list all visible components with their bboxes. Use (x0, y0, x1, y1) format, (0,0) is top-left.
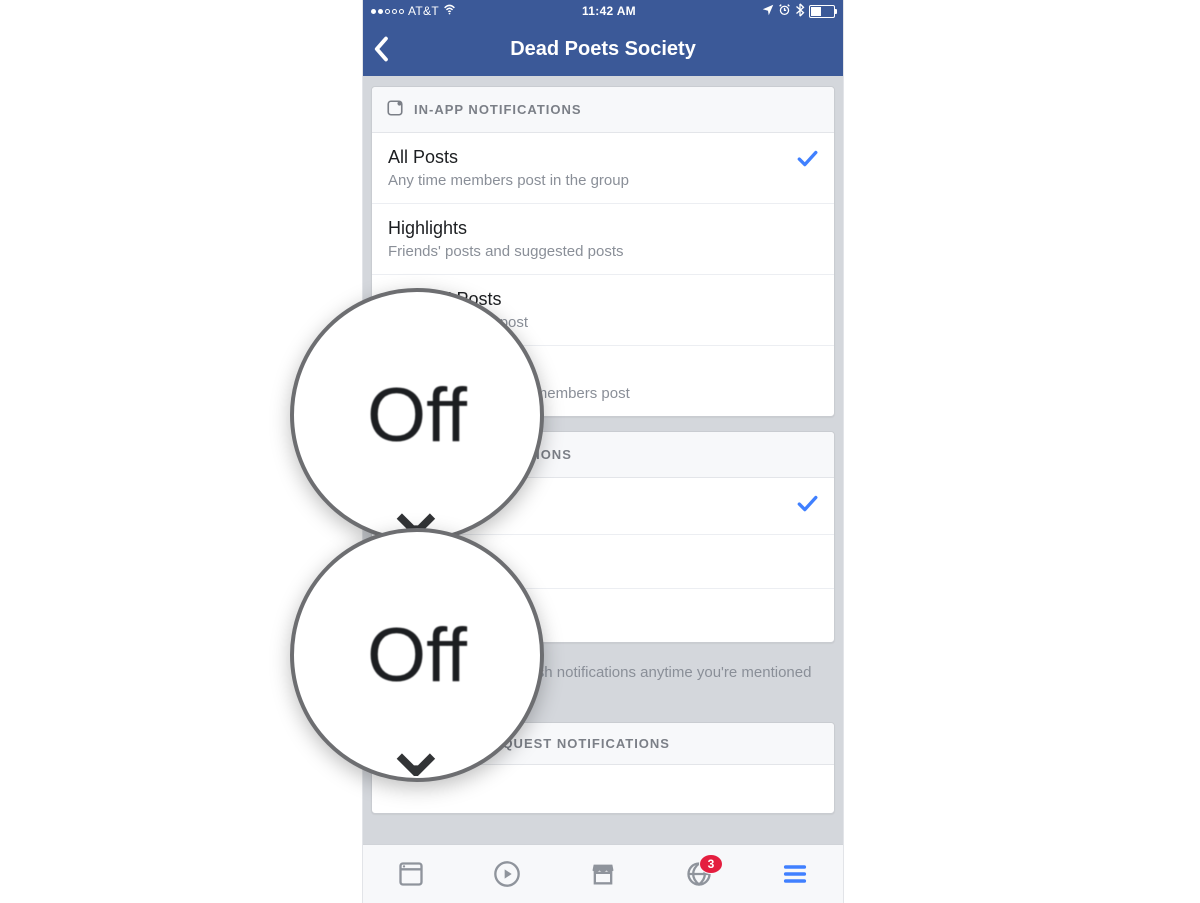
back-button[interactable] (373, 22, 391, 76)
status-bar: AT&T 11:42 AM (363, 0, 843, 22)
signal-dots-icon (371, 9, 404, 14)
tab-marketplace[interactable] (589, 860, 617, 888)
checkmark-icon (796, 147, 818, 175)
option-subtitle: Any time members post in the group (388, 172, 786, 189)
magnifier-bubble-inapp-off: Off ⌄ (290, 288, 544, 542)
inapp-section-title: IN-APP NOTIFICATIONS (414, 102, 582, 117)
tab-feed[interactable] (397, 860, 425, 888)
notification-badge: 3 (699, 854, 723, 874)
navigation-bar: Dead Poets Society (363, 22, 843, 76)
option-title: Highlights (388, 218, 818, 239)
notification-inapp-icon (386, 99, 404, 120)
tab-menu[interactable] (781, 860, 809, 888)
canvas: AT&T 11:42 AM (0, 0, 1200, 903)
option-subtitle: Friends' posts and suggested posts (388, 243, 818, 260)
battery-icon (809, 5, 835, 18)
option-title: All Posts (388, 147, 786, 168)
option-highlights[interactable]: Highlights Friends' posts and suggested … (372, 204, 834, 275)
alarm-icon (778, 3, 791, 19)
tab-video[interactable] (493, 860, 521, 888)
tab-notifications[interactable]: 3 (685, 860, 713, 888)
option-all-posts[interactable]: All Posts Any time members post in the g… (372, 133, 834, 204)
inapp-section-header: IN-APP NOTIFICATIONS (372, 87, 834, 133)
checkmark-icon (796, 492, 818, 520)
magnifier-text: Off (367, 372, 467, 459)
carrier-label: AT&T (408, 4, 439, 18)
wifi-icon (443, 3, 456, 19)
clock-label: 11:42 AM (582, 4, 636, 18)
bluetooth-icon (795, 3, 805, 20)
location-icon (762, 4, 774, 19)
magnifier-bubble-push-off: Off ⌄ (290, 528, 544, 782)
page-title: Dead Poets Society (510, 38, 696, 61)
tab-bar: 3 (363, 844, 843, 903)
magnifier-peek-icon: ⌄ (378, 693, 455, 782)
magnifier-text: Off (367, 612, 467, 699)
